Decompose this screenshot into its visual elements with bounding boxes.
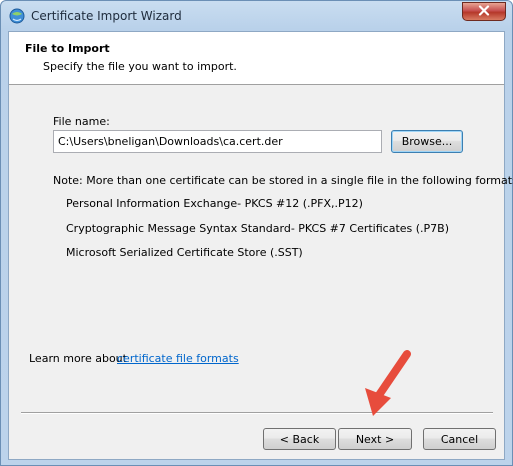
certificate-formats-link[interactable]: certificate file formats: [117, 352, 239, 365]
back-button[interactable]: < Back: [263, 428, 336, 450]
footer-separator: [21, 412, 493, 414]
wizard-header: File to Import Specify the file you want…: [9, 32, 504, 85]
cancel-button[interactable]: Cancel: [423, 428, 496, 450]
window-title: Certificate Import Wizard: [31, 9, 182, 23]
page-title: File to Import: [25, 42, 110, 55]
close-icon: [478, 4, 490, 19]
page-subtitle: Specify the file you want to import.: [43, 60, 237, 73]
next-button[interactable]: Next >: [338, 428, 412, 450]
browse-button[interactable]: Browse...: [391, 130, 463, 153]
learn-more-prefix: Learn more about: [29, 352, 127, 365]
title-bar[interactable]: Certificate Import Wizard: [1, 1, 512, 31]
close-button[interactable]: [462, 2, 506, 21]
note-text: Note: More than one certificate can be s…: [53, 174, 513, 187]
file-name-input[interactable]: [53, 130, 382, 153]
format-item: Personal Information Exchange- PKCS #12 …: [66, 197, 363, 210]
file-name-label: File name:: [53, 115, 110, 128]
wizard-window: Certificate Import Wizard File to Import…: [0, 0, 513, 466]
format-item: Microsoft Serialized Certificate Store (…: [66, 246, 303, 259]
learn-more-text: Learn more about: [29, 352, 127, 365]
wizard-body: File to Import Specify the file you want…: [8, 31, 513, 460]
format-item: Cryptographic Message Syntax Standard- P…: [66, 222, 450, 235]
certificate-icon: [9, 8, 25, 24]
